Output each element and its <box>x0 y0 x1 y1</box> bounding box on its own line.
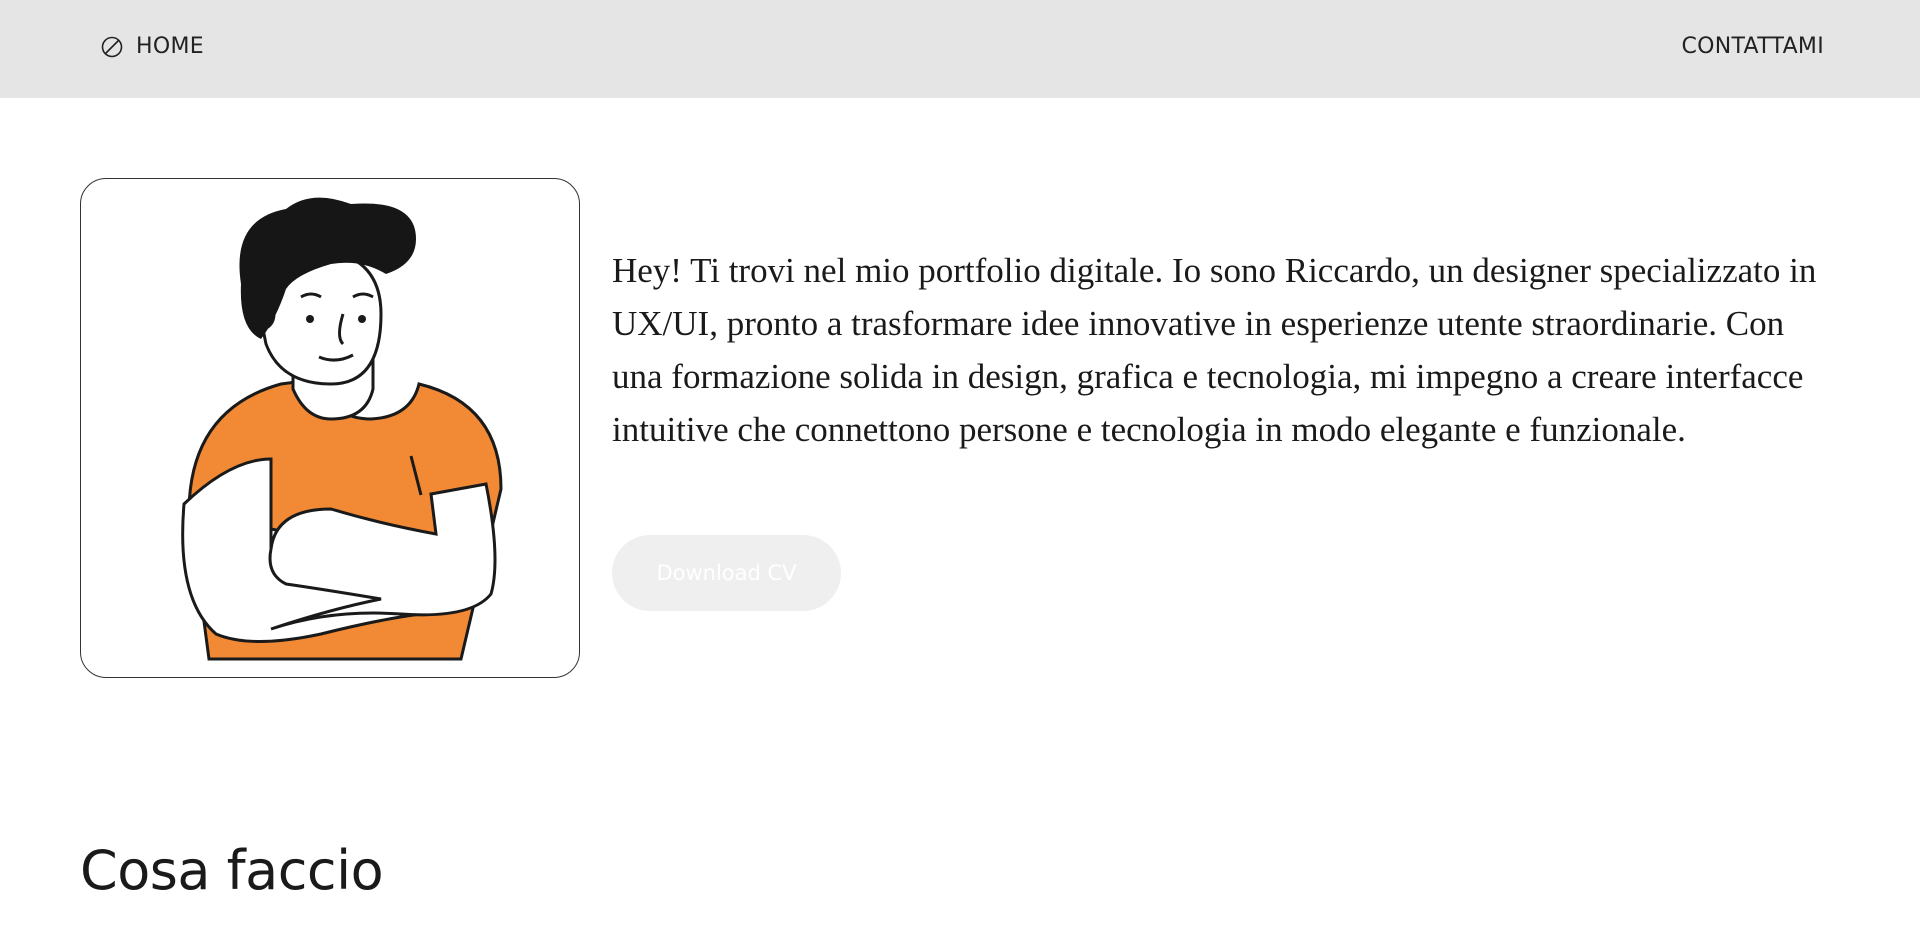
section-title-what-i-do: Cosa faccio <box>80 839 384 902</box>
top-navigation-bar: HOME CONTATTAMI <box>0 0 1920 98</box>
download-cv-button[interactable]: Download CV <box>612 535 841 611</box>
avatar-card <box>80 178 580 678</box>
home-label: HOME <box>136 34 204 59</box>
intro-paragraph: Hey! Ti trovi nel mio portfolio digitale… <box>612 251 1817 449</box>
avatar-illustration <box>181 197 503 661</box>
contact-link[interactable]: CONTATTAMI <box>1681 34 1824 59</box>
home-link[interactable]: HOME <box>100 34 204 59</box>
compass-icon <box>100 35 124 59</box>
